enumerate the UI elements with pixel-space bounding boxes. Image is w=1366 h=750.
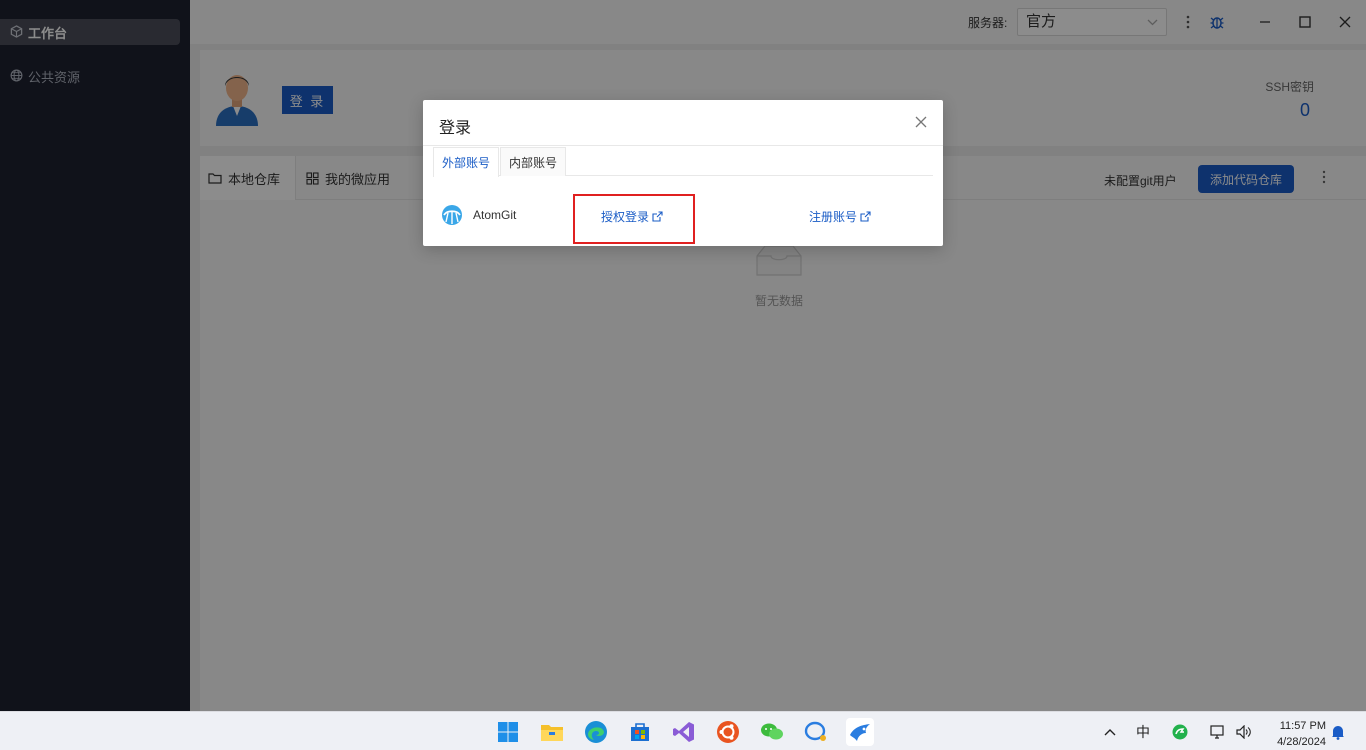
taskbar: 中 11:57 PM 4/28/2024 [0, 711, 1366, 750]
link-label: 授权登录 [601, 210, 650, 224]
login-dialog: 登录 外部账号 内部账号 AtomGit 授权登录 注册账号 [423, 100, 943, 246]
external-link-icon [860, 211, 871, 222]
file-explorer-icon[interactable] [538, 718, 566, 746]
close-icon[interactable] [911, 112, 931, 132]
clock-time[interactable]: 11:57 PM [1270, 720, 1326, 732]
tab-external-account[interactable]: 外部账号 [433, 147, 500, 177]
tab-internal-account[interactable]: 内部账号 [500, 147, 567, 176]
account-tabs: 外部账号 内部账号 [433, 147, 933, 177]
network-icon[interactable] [1210, 712, 1226, 750]
divider [423, 145, 943, 146]
notification-bell-icon[interactable] [1331, 712, 1345, 750]
register-account-link[interactable]: 注册账号 [809, 208, 871, 225]
authorize-login-link[interactable]: 授权登录 [601, 208, 663, 225]
tray-chevron-up-icon[interactable] [1104, 712, 1116, 750]
ime-indicator[interactable]: 中 [1136, 712, 1150, 750]
devtool-app-icon[interactable] [846, 718, 874, 746]
microsoft-store-icon[interactable] [626, 718, 654, 746]
edge-browser-icon[interactable] [582, 718, 610, 746]
clock-date[interactable]: 4/28/2024 [1266, 736, 1326, 748]
windows-start-icon[interactable] [494, 718, 522, 746]
wechat-icon[interactable] [758, 718, 786, 746]
ubuntu-icon[interactable] [714, 718, 742, 746]
visual-studio-icon[interactable] [670, 718, 698, 746]
volume-icon[interactable] [1236, 712, 1252, 750]
atomgit-logo-icon [441, 204, 463, 226]
link-label: 注册账号 [809, 210, 858, 224]
external-link-icon [652, 211, 663, 222]
provider-name: AtomGit [473, 208, 517, 222]
wechat-tray-icon[interactable] [1172, 712, 1188, 750]
chat-app-icon[interactable] [802, 718, 830, 746]
dialog-title: 登录 [439, 120, 472, 137]
